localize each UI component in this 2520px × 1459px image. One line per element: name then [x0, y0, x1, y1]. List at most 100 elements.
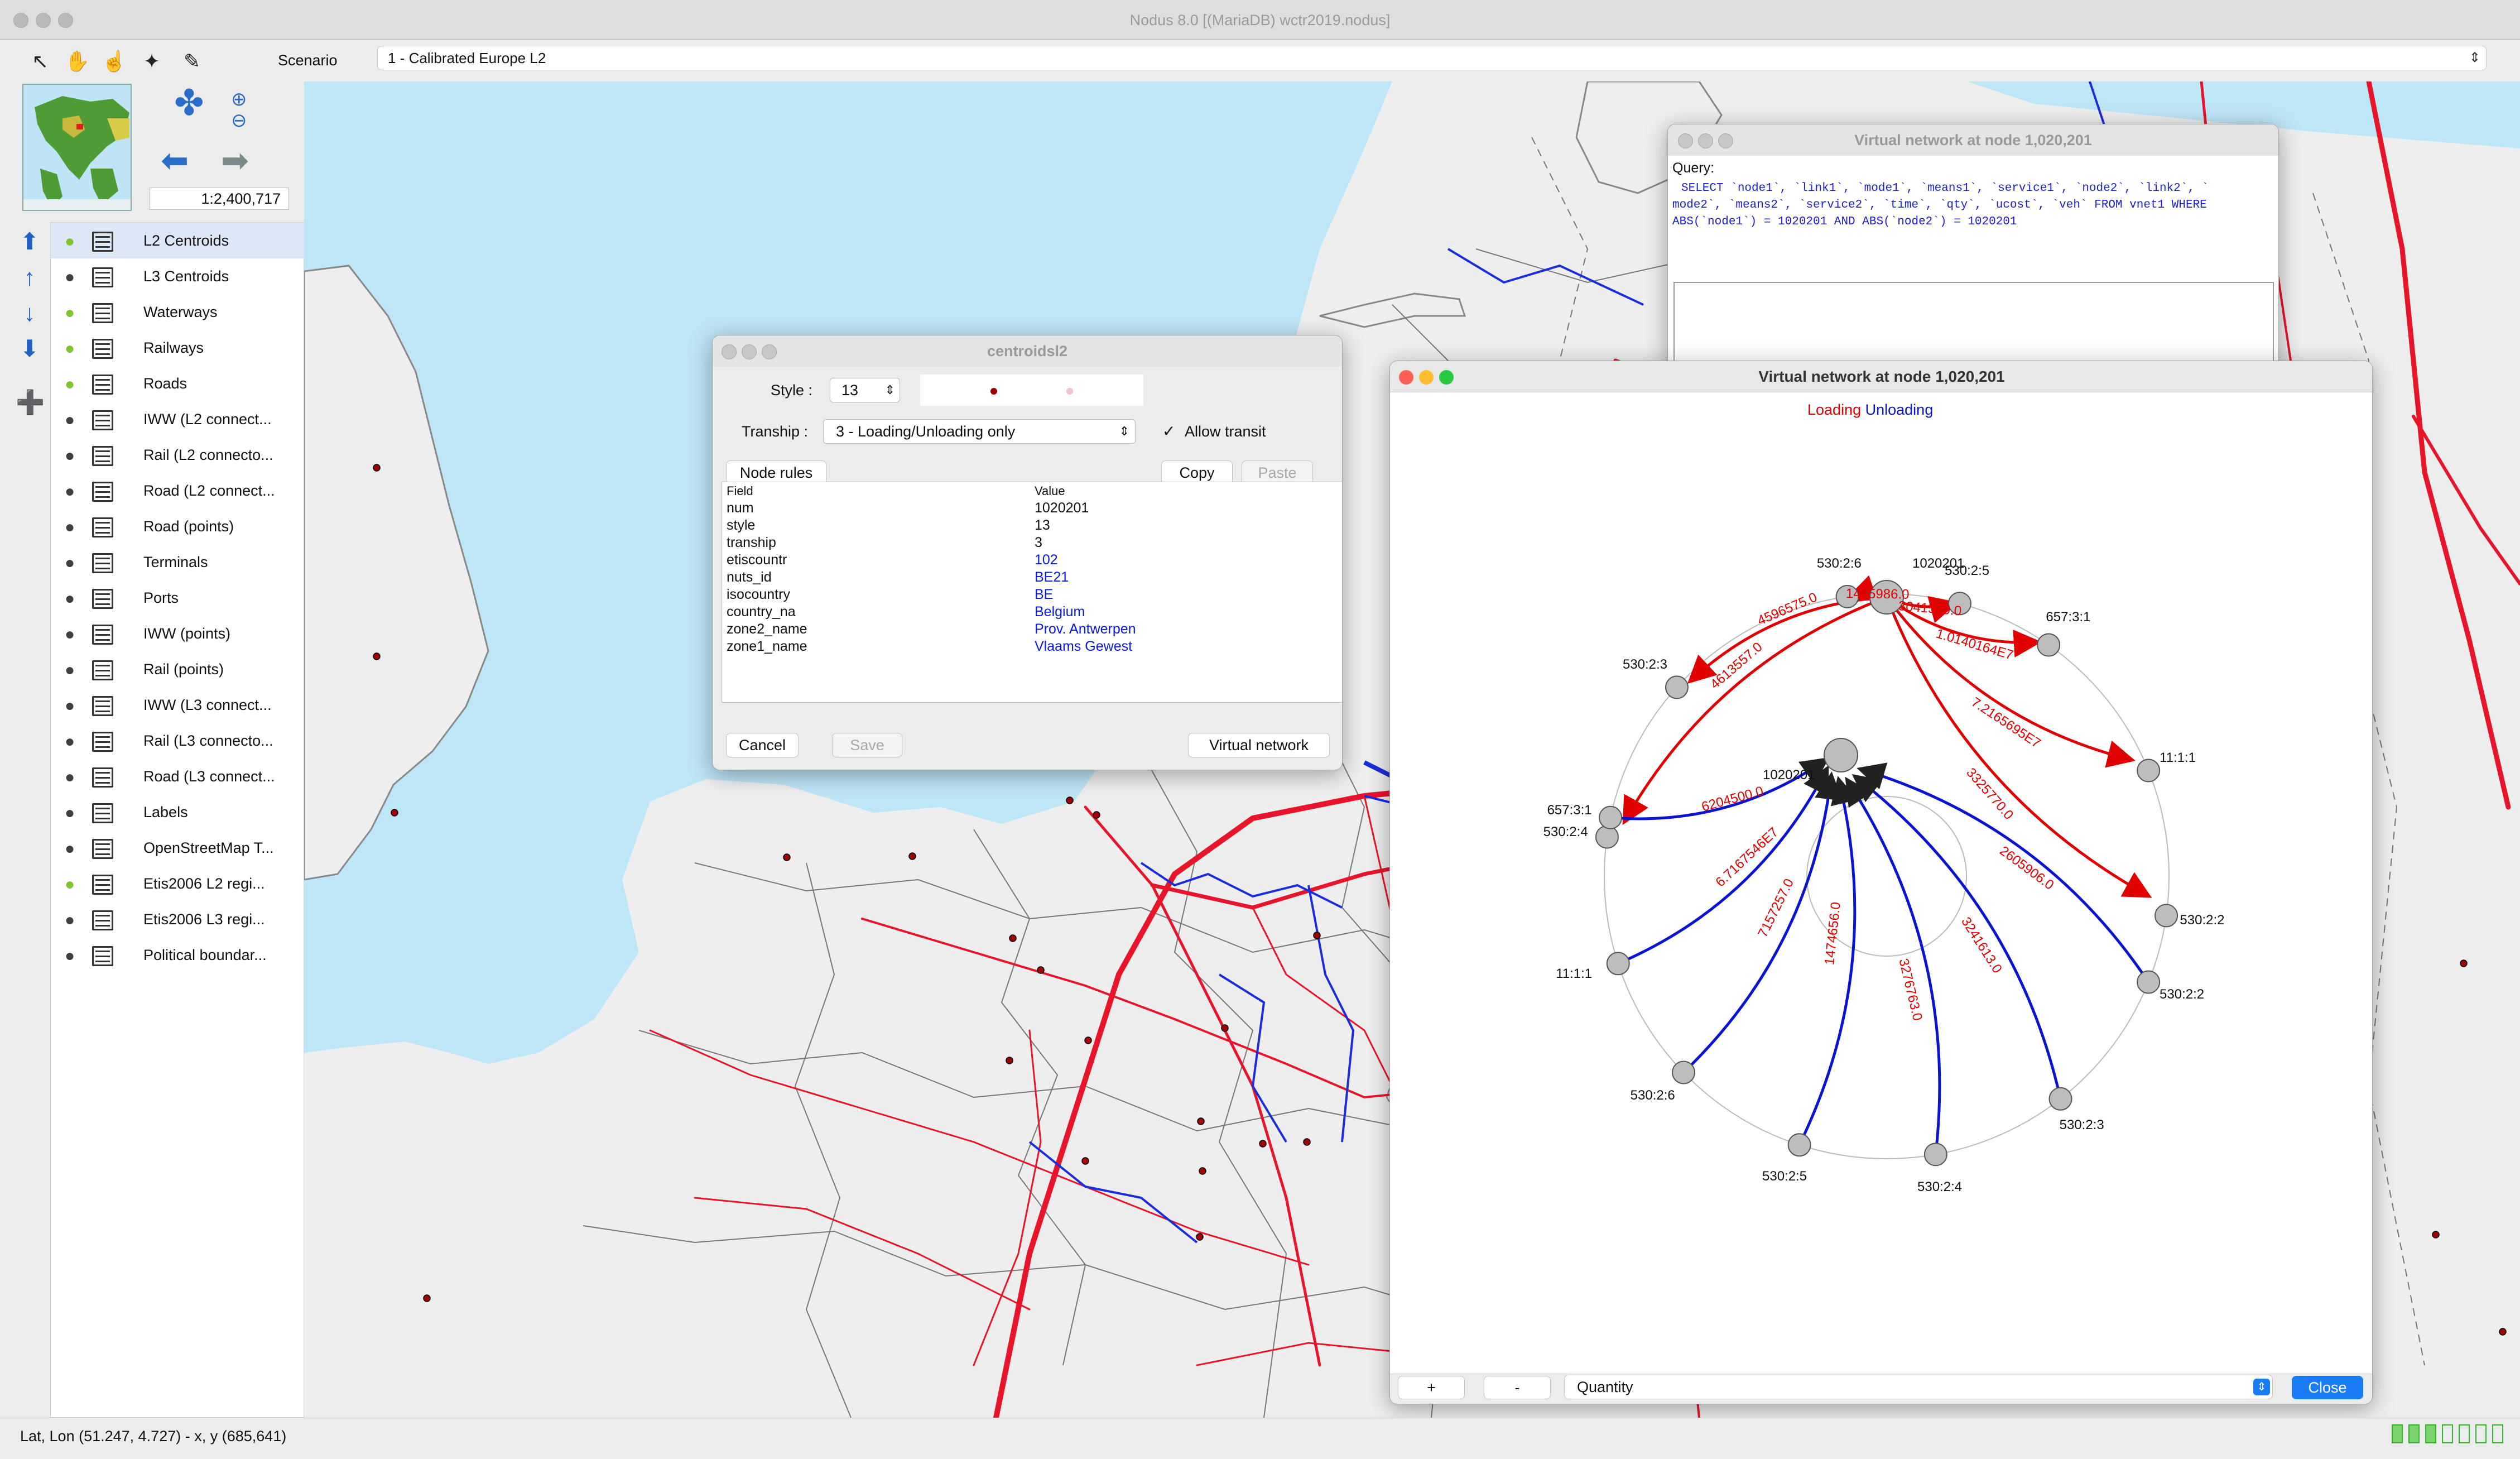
layer-legend-icon[interactable]	[92, 303, 113, 323]
close-window-icon[interactable]	[722, 344, 737, 359]
pen-edit-icon[interactable]: ✎	[180, 49, 204, 74]
layer-legend-icon[interactable]	[92, 839, 113, 859]
layer-item[interactable]: ● Etis2006 L3 regi...	[51, 901, 305, 937]
lightbulb-icon[interactable]: ●	[61, 482, 79, 502]
zoom-extent-icon[interactable]: ✤	[174, 85, 204, 121]
layer-item[interactable]: ● Road (L3 connect...	[51, 759, 305, 794]
layer-item[interactable]: ● Labels	[51, 794, 305, 830]
layer-legend-icon[interactable]	[92, 625, 113, 645]
layer-legend-icon[interactable]	[92, 482, 113, 502]
allow-transit-checkbox[interactable]: ✓	[1162, 420, 1175, 443]
layer-legend-icon[interactable]	[92, 875, 113, 895]
layer-legend-icon[interactable]	[92, 553, 113, 573]
close-window-icon[interactable]	[1678, 133, 1693, 148]
layer-legend-icon[interactable]	[92, 232, 113, 252]
lightbulb-icon[interactable]: ●	[61, 803, 79, 823]
layer-legend-icon[interactable]	[92, 803, 113, 823]
lightbulb-icon[interactable]: ●	[61, 839, 79, 859]
layer-legend-icon[interactable]	[92, 267, 113, 287]
minimize-window-icon[interactable]	[1419, 370, 1434, 385]
quantity-select[interactable]: Quantity ⇕	[1564, 1375, 2273, 1399]
layer-legend-icon[interactable]	[92, 732, 113, 752]
cancel-button[interactable]: Cancel	[726, 733, 799, 757]
zoom-window-icon[interactable]	[762, 344, 777, 359]
scale-field[interactable]: 1:2,400,717	[150, 188, 289, 210]
layer-item[interactable]: ● Political boundar...	[51, 937, 305, 973]
zoom-in-icon[interactable]: ⊕	[231, 88, 247, 111]
move-layer-top-icon[interactable]: ⬆	[16, 228, 44, 256]
virtual-network-button[interactable]: Virtual network	[1188, 733, 1330, 757]
forward-arrow-icon[interactable]: ➡	[221, 143, 249, 179]
zoom-window-icon[interactable]	[1718, 133, 1733, 148]
layer-item[interactable]: ● IWW (points)	[51, 616, 305, 651]
close-button[interactable]: Close	[2292, 1376, 2363, 1399]
lightbulb-icon[interactable]: ●	[61, 946, 79, 966]
layer-legend-icon[interactable]	[92, 589, 113, 609]
minimize-window-icon[interactable]	[742, 344, 757, 359]
pan-hand-icon[interactable]: ✋	[65, 49, 90, 74]
layer-item[interactable]: ● Railways	[51, 330, 305, 366]
lightbulb-icon[interactable]: ●	[61, 732, 79, 752]
layer-item[interactable]: ● IWW (L3 connect...	[51, 687, 305, 723]
plus-button[interactable]: +	[1398, 1376, 1465, 1399]
lightbulb-icon[interactable]: ●	[61, 375, 79, 395]
layer-item[interactable]: ● OpenStreetMap T...	[51, 830, 305, 866]
table-row[interactable]: country_na Belgium	[722, 603, 1342, 621]
zoom-out-icon[interactable]: ⊖	[231, 109, 247, 132]
layer-legend-icon[interactable]	[92, 339, 113, 359]
layer-legend-icon[interactable]	[92, 660, 113, 680]
lightbulb-icon[interactable]: ●	[61, 696, 79, 716]
layer-item[interactable]: ● Rail (L2 connecto...	[51, 437, 305, 473]
table-row[interactable]: etiscountr 102	[722, 551, 1342, 569]
lightbulb-icon[interactable]: ●	[61, 232, 79, 252]
layer-item[interactable]: ● Rail (L3 connecto...	[51, 723, 305, 759]
layer-legend-icon[interactable]	[92, 946, 113, 966]
lightbulb-icon[interactable]: ●	[61, 625, 79, 645]
minimize-window-icon[interactable]	[1698, 133, 1713, 148]
move-layer-down-icon[interactable]: ↓	[16, 299, 44, 327]
layer-item[interactable]: ● Road (L2 connect...	[51, 473, 305, 508]
layer-item[interactable]: ● Ports	[51, 580, 305, 616]
tranship-select[interactable]: 3 - Loading/Unloading only ⇕	[823, 419, 1136, 444]
table-row[interactable]: nuts_id BE21	[722, 569, 1342, 586]
close-window-icon[interactable]	[1399, 370, 1413, 385]
lightbulb-icon[interactable]: ●	[61, 446, 79, 466]
layer-item[interactable]: ● L3 Centroids	[51, 258, 305, 294]
style-spinner[interactable]: 13 ⇕	[830, 378, 900, 402]
query-text[interactable]: SELECT `node1`, `link1`, `mode1`, `means…	[1672, 180, 2275, 264]
layer-item[interactable]: ● Terminals	[51, 544, 305, 580]
lightbulb-icon[interactable]: ●	[61, 267, 79, 287]
layer-item[interactable]: ● IWW (L2 connect...	[51, 401, 305, 437]
lightbulb-icon[interactable]: ●	[61, 303, 79, 323]
lightbulb-icon[interactable]: ●	[61, 910, 79, 930]
lightbulb-icon[interactable]: ●	[61, 339, 79, 359]
lightbulb-icon[interactable]: ●	[61, 410, 79, 430]
zoom-window-icon[interactable]	[1439, 370, 1454, 385]
layer-legend-icon[interactable]	[92, 517, 113, 537]
table-row[interactable]: tranship 3	[722, 534, 1342, 551]
lightbulb-icon[interactable]: ●	[61, 767, 79, 788]
table-row[interactable]: zone2_name Prov. Antwerpen	[722, 621, 1342, 638]
info-hand-icon[interactable]: ☝	[102, 49, 127, 74]
table-row[interactable]: zone1_name Vlaams Gewest	[722, 638, 1342, 655]
add-layer-icon[interactable]: ➕	[16, 388, 45, 416]
layer-item[interactable]: ● L2 Centroids	[51, 223, 305, 258]
move-layer-bottom-icon[interactable]: ⬇	[16, 335, 44, 363]
network-grid-icon[interactable]: ✦	[140, 49, 164, 74]
move-layer-up-icon[interactable]: ↑	[16, 263, 44, 291]
layer-item[interactable]: ● Road (points)	[51, 508, 305, 544]
layer-item[interactable]: ● Waterways	[51, 294, 305, 330]
back-arrow-icon[interactable]: ⬅	[161, 143, 189, 179]
layer-legend-icon[interactable]	[92, 375, 113, 395]
layer-item[interactable]: ● Etis2006 L2 regi...	[51, 866, 305, 901]
layer-item[interactable]: ● Rail (points)	[51, 651, 305, 687]
layer-legend-icon[interactable]	[92, 910, 113, 930]
lightbulb-icon[interactable]: ●	[61, 517, 79, 537]
select-pointer-icon[interactable]: ↖	[28, 49, 52, 74]
layer-legend-icon[interactable]	[92, 696, 113, 716]
attribute-table[interactable]: Field Value num 1020201 style 13 tranship 3 et…	[722, 482, 1342, 703]
minus-button[interactable]: -	[1484, 1376, 1551, 1399]
table-row[interactable]: num 1020201	[722, 500, 1342, 517]
lightbulb-icon[interactable]: ●	[61, 875, 79, 895]
lightbulb-icon[interactable]: ●	[61, 553, 79, 573]
